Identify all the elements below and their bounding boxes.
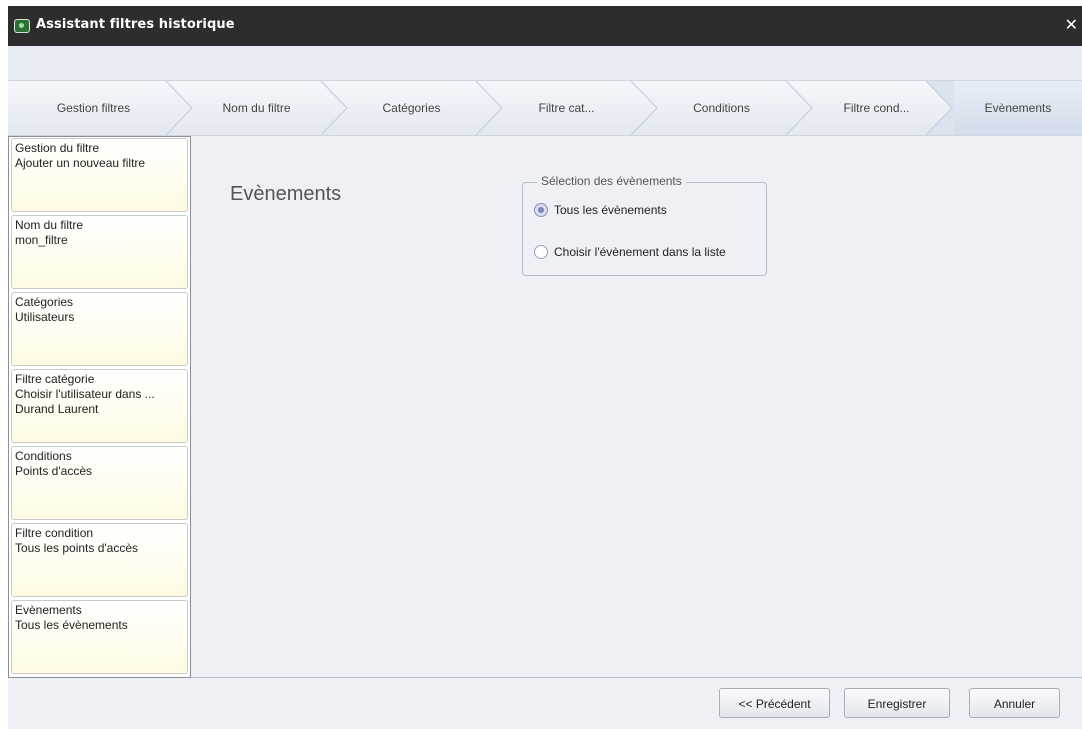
app-icon (14, 19, 30, 33)
summary-card-filtre-categorie[interactable]: Filtre catégorie Choisir l'utilisateur d… (11, 369, 188, 443)
radio-choose-event[interactable]: Choisir l'évènement dans la liste (534, 245, 726, 259)
window-title: Assistant filtres historique (36, 17, 235, 32)
radio-checked-icon[interactable] (534, 203, 548, 217)
summary-card-evenements[interactable]: Evènements Tous les évènements (11, 600, 188, 674)
wizard-steps: Gestion filtres Nom du filtre Catégories… (8, 80, 1082, 136)
save-button[interactable]: Enregistrer (844, 688, 950, 718)
summary-card-categories[interactable]: Catégories Utilisateurs (11, 292, 188, 366)
step-separator-icon (785, 81, 813, 135)
radio-all-events[interactable]: Tous les évènements (534, 203, 667, 217)
button-bar: << Précédent Enregistrer Annuler (8, 678, 1082, 729)
summary-card-nom[interactable]: Nom du filtre mon_filtre (11, 215, 188, 289)
title-bar: Assistant filtres historique ✕ (8, 6, 1082, 46)
toolbar-spacer (8, 46, 1082, 80)
step-categories[interactable]: Catégories (334, 81, 489, 135)
card-value: Tous les points d'accès (15, 541, 139, 555)
card-title: Filtre catégorie (15, 372, 95, 386)
previous-button[interactable]: << Précédent (719, 688, 830, 718)
page-title: Evènements (230, 183, 342, 205)
step-nom-du-filtre[interactable]: Nom du filtre (179, 81, 334, 135)
card-value: Durand Laurent (15, 402, 99, 416)
summary-card-filtre-condition[interactable]: Filtre condition Tous les points d'accès (11, 523, 188, 597)
summary-card-conditions[interactable]: Conditions Points d'accès (11, 446, 188, 520)
card-title: Filtre condition (15, 526, 94, 540)
step-separator-icon (630, 81, 658, 135)
card-title: Catégories (15, 295, 74, 309)
close-button[interactable]: ✕ (1065, 15, 1078, 34)
step-content: Evènements Sélection des évènements Tous… (191, 136, 1082, 678)
card-title: Gestion du filtre (15, 141, 100, 155)
cancel-button[interactable]: Annuler (969, 688, 1060, 718)
steps-summary-sidebar: Gestion du filtre Ajouter un nouveau fil… (8, 136, 191, 678)
card-value: Points d'accès (15, 464, 92, 478)
card-value: Ajouter un nouveau filtre (15, 156, 146, 170)
step-separator-icon (320, 81, 348, 135)
card-value: Choisir l'utilisateur dans ... (15, 387, 155, 401)
card-value: Tous les évènements (15, 618, 128, 632)
step-conditions[interactable]: Conditions (644, 81, 799, 135)
group-legend: Sélection des évènements (537, 174, 686, 188)
wizard-window: Assistant filtres historique ✕ Gestion f… (8, 6, 1082, 729)
radio-unchecked-icon[interactable] (534, 245, 548, 259)
step-separator-icon (925, 81, 954, 135)
card-title: Conditions (15, 449, 72, 463)
summary-card-gestion[interactable]: Gestion du filtre Ajouter un nouveau fil… (11, 138, 188, 212)
event-selection-group: Sélection des évènements Tous les évènem… (522, 174, 767, 276)
step-filtre-cat[interactable]: Filtre cat... (489, 81, 644, 135)
step-separator-icon (165, 81, 193, 135)
card-title: Nom du filtre (15, 218, 84, 232)
card-value: mon_filtre (15, 233, 68, 247)
step-evenements[interactable]: Evènements (954, 81, 1082, 135)
step-separator-icon (475, 81, 503, 135)
radio-label: Choisir l'évènement dans la liste (554, 245, 726, 259)
card-title: Evènements (15, 603, 82, 617)
step-gestion-filtres[interactable]: Gestion filtres (8, 81, 179, 135)
card-value: Utilisateurs (15, 310, 75, 324)
radio-label: Tous les évènements (554, 203, 667, 217)
